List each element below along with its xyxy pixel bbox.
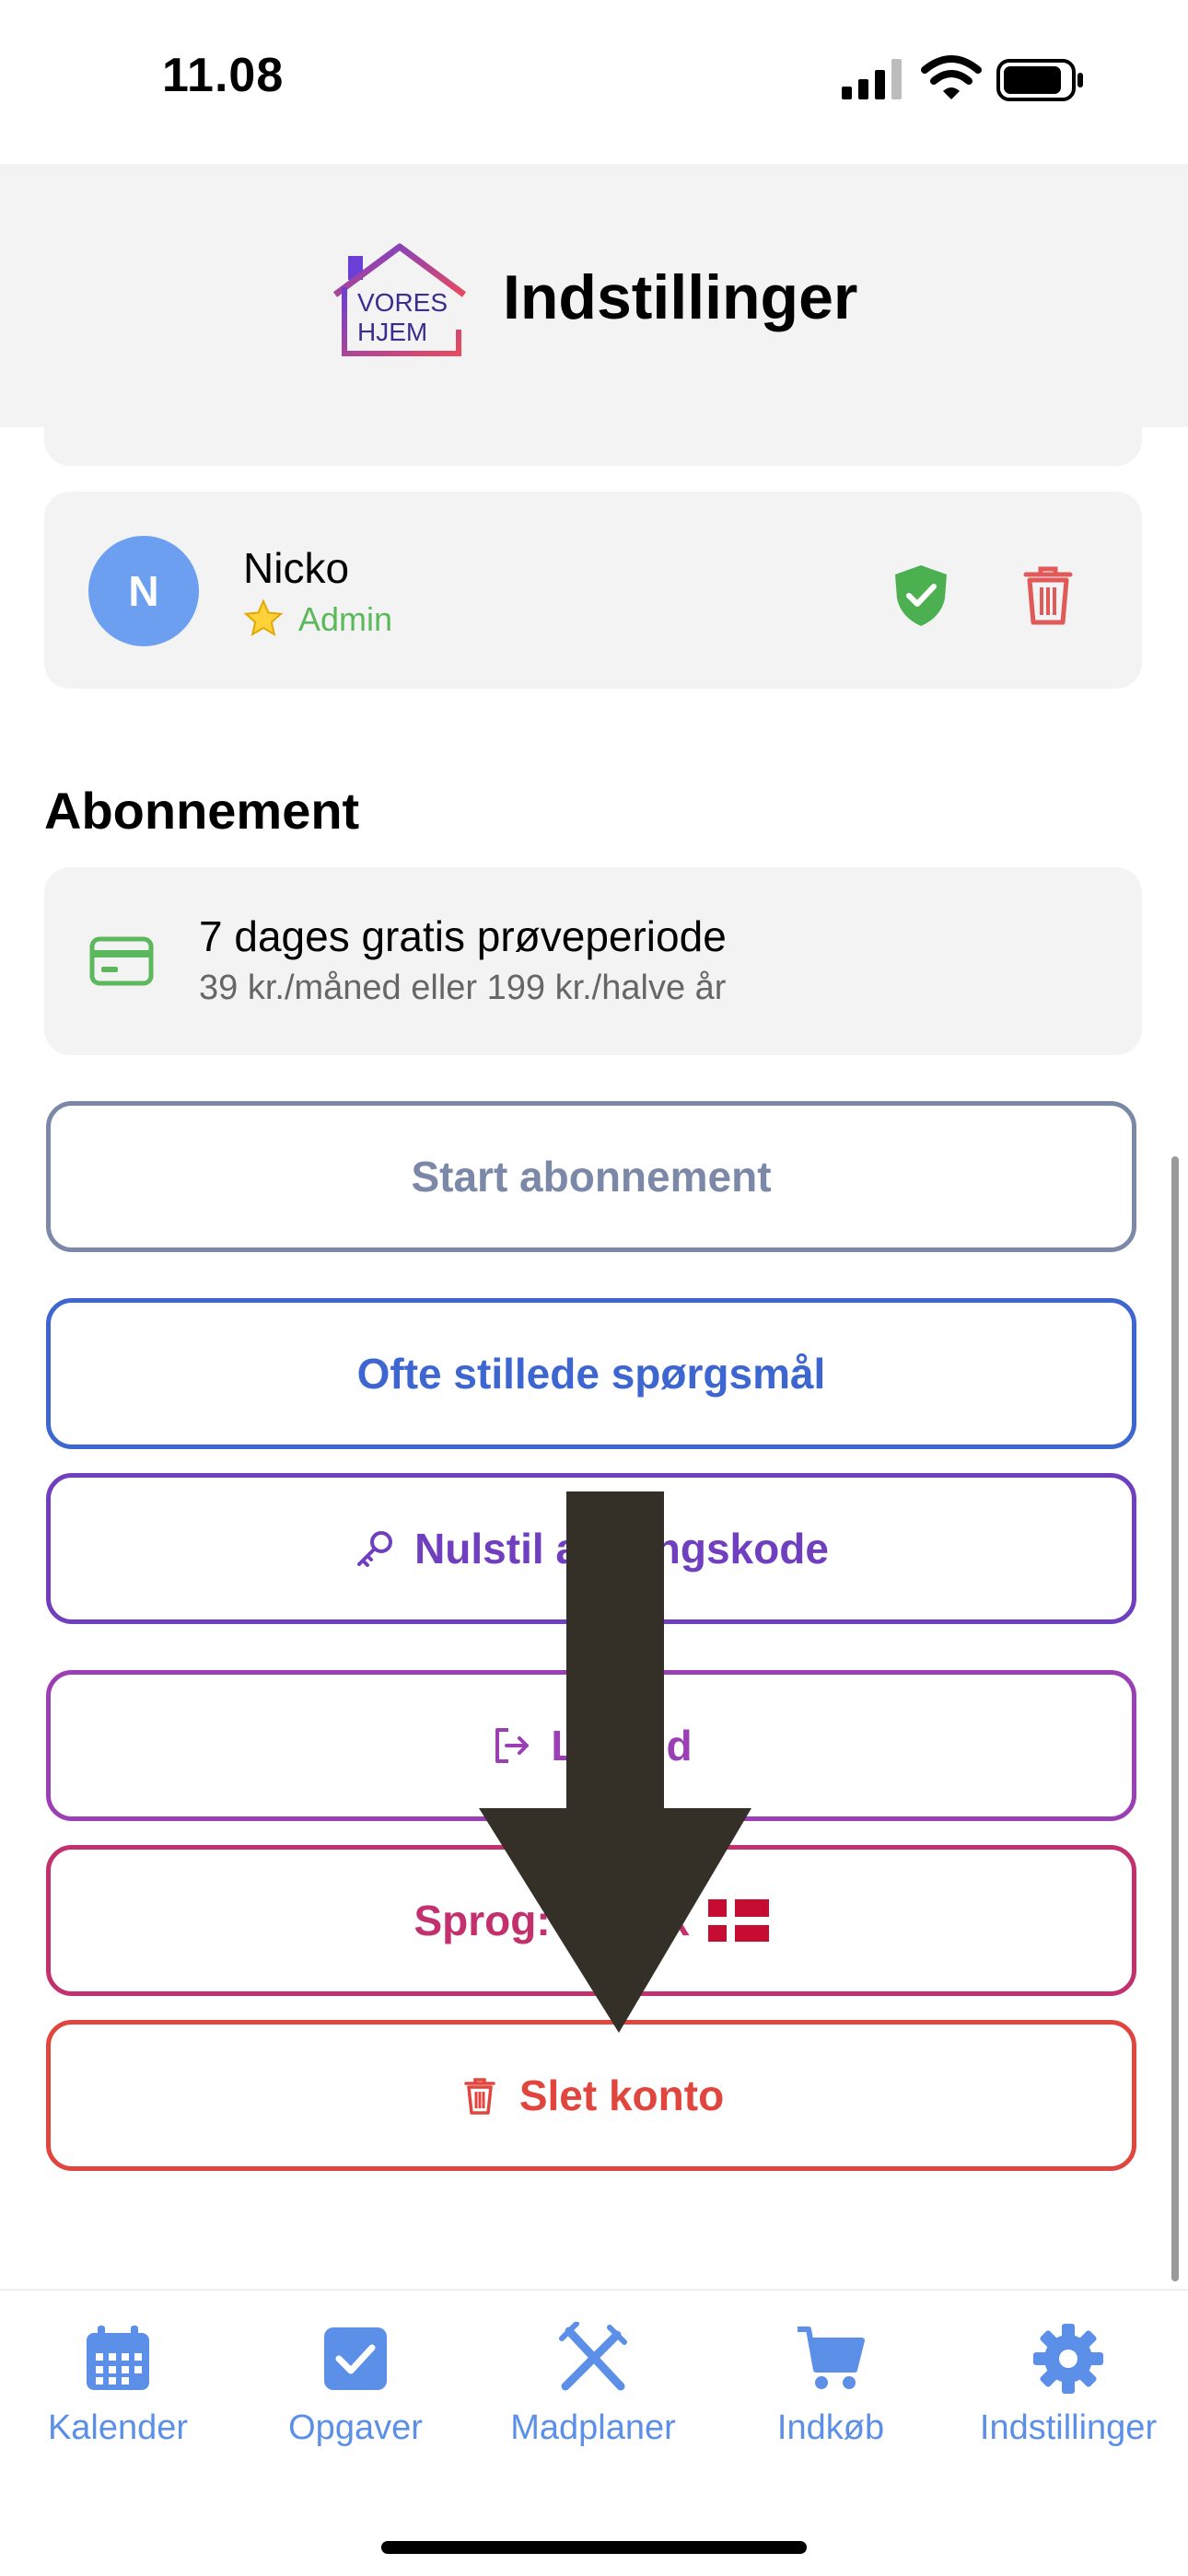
delete-account-button[interactable]: Slet konto (46, 2020, 1136, 2171)
start-subscription-label: Start abonnement (411, 1153, 772, 1201)
svg-text:HJEM: HJEM (357, 318, 427, 346)
subscription-price: 39 kr./måned eller 199 kr./halve år (199, 969, 727, 1007)
home-indicator (381, 2541, 807, 2554)
trash-icon (464, 2078, 495, 2115)
trash-icon[interactable] (1011, 558, 1085, 632)
utensils-icon (559, 2322, 627, 2391)
start-subscription-button[interactable]: Start abonnement (46, 1101, 1136, 1252)
tab-opgaver[interactable]: Opgaver (245, 2322, 466, 2448)
subscription-card (44, 867, 1142, 1055)
tab-label: Opgaver (288, 2408, 423, 2447)
tab-indstillinger[interactable]: Indstillinger (958, 2322, 1179, 2448)
key-icon (357, 1531, 393, 1567)
tab-label: Indstillinger (979, 2408, 1158, 2447)
gear-icon (1033, 2324, 1103, 2394)
faq-label: Ofte stillede spørgsmål (356, 1350, 826, 1398)
tab-label: Madplaner (510, 2408, 676, 2447)
member-role: Admin (298, 600, 393, 638)
battery-icon (996, 59, 1083, 101)
credit-card-icon (89, 936, 154, 986)
admin-shield-icon[interactable] (884, 558, 958, 632)
tab-kalender[interactable]: Kalender (7, 2322, 228, 2448)
cart-icon (798, 2327, 865, 2389)
calendar-icon (87, 2326, 149, 2390)
page-title: Indstillinger (503, 262, 858, 332)
signal-icon (842, 59, 902, 99)
tab-indkob[interactable]: Indkøb (720, 2322, 941, 2448)
status-time: 11.08 (162, 49, 285, 102)
tab-madplaner[interactable]: Madplaner (483, 2322, 704, 2448)
svg-text:VORES: VORES (357, 288, 448, 317)
faq-button[interactable]: Ofte stillede spørgsmål (46, 1298, 1136, 1449)
vores-hjem-logo: VORES HJEM (332, 243, 466, 356)
scrollbar[interactable] (1171, 1156, 1179, 2281)
avatar: N (88, 536, 199, 646)
star-icon (243, 598, 284, 637)
section-heading-subscription: Abonnement (44, 782, 360, 840)
annotation-arrow (479, 1491, 751, 2033)
partial-card (44, 405, 1142, 466)
wifi-icon (921, 55, 982, 99)
tab-label: Kalender (47, 2408, 189, 2447)
member-card (44, 492, 1142, 689)
delete-account-label: Slet konto (518, 2071, 725, 2119)
member-name: Nicko (243, 544, 350, 592)
tab-label: Indkøb (776, 2408, 885, 2447)
checkbox-icon (324, 2327, 387, 2390)
subscription-title: 7 dages gratis prøveperiode (199, 912, 727, 960)
